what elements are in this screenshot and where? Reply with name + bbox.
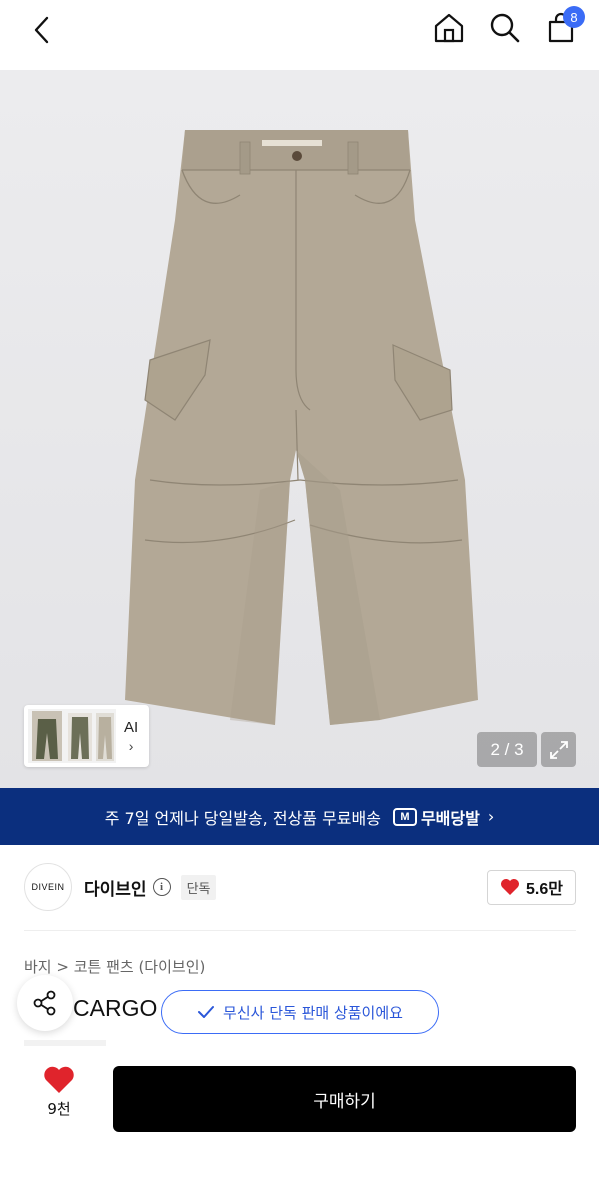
heart-icon	[501, 879, 520, 895]
banner-text: 주 7일 언제나 당일발송, 전상품 무료배송	[104, 808, 381, 828]
top-navigation: 8	[0, 0, 599, 70]
favorite-button[interactable]: 9천	[24, 1066, 94, 1119]
brand-row: DIVEIN 다이브인 i 단독 5.6만	[24, 863, 576, 911]
chevron-right-icon: ›	[487, 807, 495, 826]
divider	[24, 930, 576, 931]
delivery-logo-text: 무배당발	[420, 808, 480, 828]
fullscreen-button[interactable]	[541, 732, 576, 767]
home-button[interactable]	[431, 10, 467, 46]
buy-button[interactable]: 구매하기	[113, 1066, 576, 1132]
info-icon[interactable]: i	[152, 878, 171, 896]
expand-icon	[549, 740, 568, 759]
favorite-count: 9천	[47, 1100, 71, 1118]
image-counter: 2 / 3	[477, 732, 537, 767]
cart-count-badge: 8	[563, 6, 585, 28]
search-button[interactable]	[487, 10, 523, 46]
ai-styling-card[interactable]: AI ›	[24, 705, 149, 767]
back-button[interactable]	[24, 12, 60, 48]
share-button[interactable]	[17, 975, 73, 1031]
home-icon	[434, 13, 464, 43]
product-photo	[0, 70, 599, 788]
exclusive-tag: 단독	[180, 874, 217, 900]
chevron-right-icon: ›	[128, 737, 134, 754]
search-icon	[490, 13, 520, 43]
delivery-logo-icon: M	[392, 807, 417, 826]
product-image-gallery[interactable]: AI › 2 / 3	[0, 70, 599, 788]
ai-label: AI	[124, 718, 139, 736]
exclusive-toast: 무신사 단독 판매 상품이에요	[161, 990, 439, 1034]
ai-styling-thumbnails	[28, 709, 116, 763]
brand-logo[interactable]: DIVEIN	[24, 863, 72, 911]
check-icon	[198, 1006, 215, 1018]
chevron-left-icon	[34, 16, 49, 44]
brand-name[interactable]: 다이브인	[84, 875, 147, 900]
delivery-banner[interactable]: 주 7일 언제나 당일발송, 전상품 무료배송 M 무배당발 ›	[0, 788, 599, 845]
share-icon	[33, 990, 56, 1016]
toast-text: 무신사 단독 판매 상품이에요	[223, 1003, 403, 1022]
brand-like-count: 5.6만	[526, 881, 563, 898]
brand-like-button[interactable]: 5.6만	[487, 869, 576, 905]
heart-icon	[44, 1066, 74, 1093]
category-breadcrumb[interactable]: 바지 > 코튼 팬츠 (다이브인)	[24, 956, 205, 977]
free-delivery-logo: M 무배당발	[392, 805, 480, 829]
bottom-action-bar: 9천 구매하기	[0, 1046, 599, 1200]
cart-button[interactable]: 8	[543, 6, 585, 46]
